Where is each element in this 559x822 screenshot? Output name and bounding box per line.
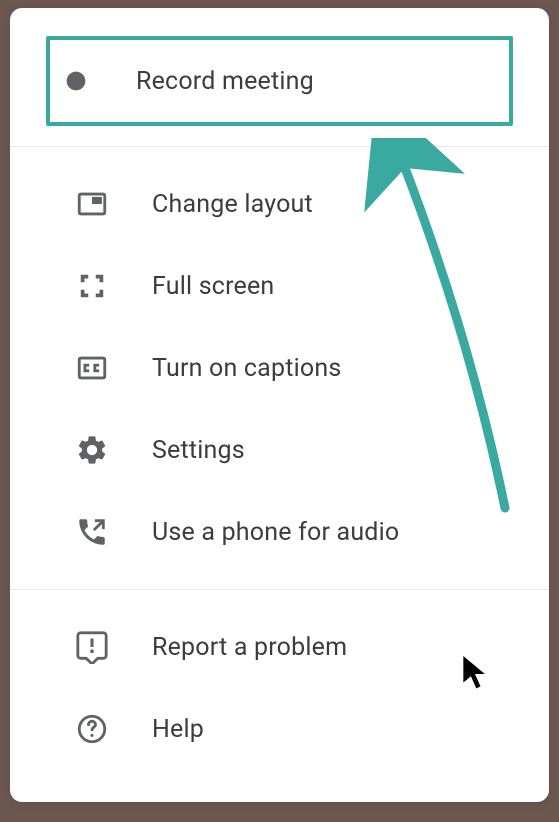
divider — [10, 146, 549, 147]
captions-icon — [70, 346, 114, 390]
menu-item-report-problem[interactable]: Report a problem — [52, 606, 507, 688]
menu-item-label: Help — [152, 715, 204, 744]
menu-item-label: Change layout — [152, 190, 313, 219]
help-icon — [70, 707, 114, 751]
menu-item-use-phone-audio[interactable]: Use a phone for audio — [52, 491, 507, 573]
feedback-icon — [70, 625, 114, 669]
menu-item-change-layout[interactable]: Change layout — [52, 163, 507, 245]
menu-item-settings[interactable]: Settings — [52, 409, 507, 491]
menu-item-label: Settings — [152, 436, 245, 465]
record-icon — [54, 59, 98, 103]
menu-section: Change layout Full screen Turn on captio… — [10, 155, 549, 581]
menu-section: Report a problem Help — [10, 598, 549, 778]
highlight-box: Record meeting — [46, 36, 513, 126]
menu-item-label: Full screen — [152, 272, 274, 301]
menu-item-full-screen[interactable]: Full screen — [52, 245, 507, 327]
phone-icon — [70, 510, 114, 554]
options-menu: Record meeting Change layout Full screen — [10, 8, 549, 802]
menu-item-label: Use a phone for audio — [152, 518, 399, 547]
menu-item-label: Report a problem — [152, 633, 347, 662]
menu-item-turn-on-captions[interactable]: Turn on captions — [52, 327, 507, 409]
divider — [10, 589, 549, 590]
layout-icon — [70, 182, 114, 226]
menu-item-record-meeting[interactable]: Record meeting — [50, 40, 509, 122]
menu-item-label: Record meeting — [136, 67, 314, 96]
fullscreen-icon — [70, 264, 114, 308]
menu-item-help[interactable]: Help — [52, 688, 507, 770]
menu-item-label: Turn on captions — [152, 354, 341, 383]
settings-icon — [70, 428, 114, 472]
